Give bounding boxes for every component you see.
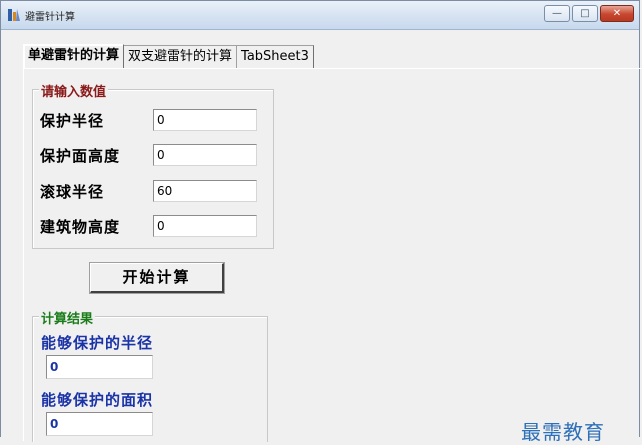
- maximize-icon: □: [580, 8, 590, 19]
- protected-area-output[interactable]: 0: [46, 412, 153, 436]
- watermark-text: 最需教育: [521, 420, 605, 444]
- protection-radius-label: 保护半径: [40, 112, 105, 130]
- rolling-ball-radius-row: 滚球半径 60: [40, 180, 270, 202]
- protection-height-input[interactable]: 0: [153, 144, 257, 166]
- protection-height-label: 保护面高度: [40, 147, 121, 165]
- app-icon: [8, 9, 20, 21]
- building-height-row: 建筑物高度 0: [40, 215, 270, 237]
- input-group-title: 请输入数值: [39, 81, 109, 100]
- protected-area-label: 能够保护的面积: [41, 391, 154, 409]
- building-height-input[interactable]: 0: [153, 215, 257, 237]
- close-button[interactable]: ✕: [600, 5, 634, 22]
- tab-single-rod[interactable]: 单避雷针的计算: [23, 44, 125, 68]
- protection-height-row: 保护面高度 0: [40, 144, 270, 166]
- maximize-button[interactable]: □: [572, 5, 598, 22]
- title-bar[interactable]: 避雷针计算 — □ ✕: [1, 1, 639, 30]
- tab-double-rod[interactable]: 双支避雷针的计算: [123, 45, 238, 68]
- protected-radius-label: 能够保护的半径: [41, 334, 154, 352]
- rolling-ball-radius-input[interactable]: 60: [153, 180, 257, 202]
- rolling-ball-radius-label: 滚球半径: [40, 183, 105, 201]
- tab-sheet3[interactable]: TabSheet3: [236, 45, 314, 68]
- result-group-title: 计算结果: [39, 308, 96, 327]
- minimize-button[interactable]: —: [544, 5, 570, 22]
- protection-radius-row: 保护半径 0: [40, 109, 270, 131]
- close-icon: ✕: [612, 8, 622, 19]
- building-height-label: 建筑物高度: [40, 218, 121, 236]
- protection-radius-input[interactable]: 0: [153, 109, 257, 131]
- start-calculation-button[interactable]: 开始计算: [89, 262, 225, 294]
- tab-strip: 单避雷针的计算 双支避雷针的计算 TabSheet3: [23, 44, 314, 69]
- protected-radius-output[interactable]: 0: [46, 355, 153, 379]
- app-window: 避雷针计算 — □ ✕ 单避雷针的计算 双支避雷针的计算 TabSheet3 请…: [0, 0, 642, 444]
- minimize-icon: —: [552, 8, 562, 19]
- window-title: 避雷针计算: [25, 12, 75, 23]
